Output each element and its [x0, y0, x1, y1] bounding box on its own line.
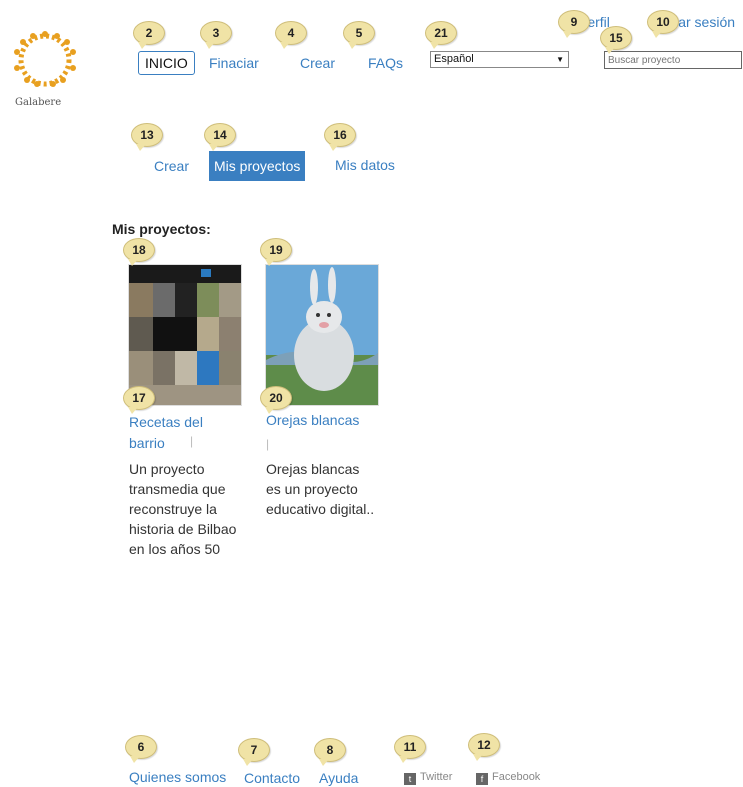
language-selected: Español: [434, 53, 474, 65]
footer-twitter[interactable]: t Twitter: [404, 771, 452, 785]
project-divider: |: [190, 434, 194, 448]
logo[interactable]: Galabere: [5, 30, 85, 110]
section-title: Mis proyectos:: [112, 221, 211, 237]
marker-badge: 21: [425, 21, 457, 49]
project-thumbnail-recetas[interactable]: [128, 264, 242, 406]
marker-badge: 16: [324, 123, 356, 151]
marker-badge: 7: [238, 738, 270, 766]
language-select[interactable]: Español ▼: [430, 51, 569, 68]
marker-badge: 2: [133, 21, 165, 49]
description-line: en los años 50: [129, 541, 221, 557]
footer-contacto[interactable]: Contacto: [244, 770, 300, 786]
marker-badge: 6: [125, 735, 157, 763]
chevron-down-icon: ▼: [556, 55, 564, 64]
search-input[interactable]: [604, 51, 742, 69]
description-line: transmedia que: [129, 481, 226, 497]
nav-crear[interactable]: Crear: [300, 55, 335, 71]
project-title-line1: Recetas del: [129, 414, 203, 430]
marker-badge: 10: [647, 10, 679, 38]
marker-badge: 18: [123, 238, 155, 266]
project-image: [129, 265, 241, 405]
description-line: historia de Bilbao: [129, 521, 237, 537]
marker-badge: 3: [200, 21, 232, 49]
description-line: es un proyecto: [266, 481, 358, 497]
marker-badge: 17: [123, 386, 155, 414]
nav-faqs[interactable]: FAQs: [368, 55, 403, 71]
project-image: [266, 265, 378, 405]
marker-badge: 9: [558, 10, 590, 38]
facebook-label: Facebook: [492, 771, 541, 783]
project-title-line2: barrio: [129, 435, 165, 451]
description-line: Un proyecto: [129, 461, 205, 477]
project-divider: |: [266, 437, 270, 451]
project-thumbnail-orejas[interactable]: [265, 264, 379, 406]
project-description-orejas: Orejas blancas es un proyecto educativo …: [266, 459, 374, 519]
marker-badge: 4: [275, 21, 307, 49]
footer-quienes-somos[interactable]: Quienes somos: [129, 769, 226, 785]
marker-badge: 11: [394, 735, 426, 763]
project-title-orejas[interactable]: Orejas blancas: [266, 412, 359, 428]
marker-badge: 19: [260, 238, 292, 266]
facebook-icon: f: [476, 773, 488, 785]
logo-caption: Galabere: [15, 97, 62, 108]
twitter-label: Twitter: [420, 771, 453, 783]
logo-icon: [14, 31, 76, 87]
subnav-mis-datos[interactable]: Mis datos: [335, 157, 395, 173]
marker-badge: 20: [260, 386, 292, 414]
twitter-icon: t: [404, 773, 416, 785]
nav-financiar[interactable]: Finaciar: [209, 55, 259, 71]
marker-badge: 13: [131, 123, 163, 151]
marker-badge: 5: [343, 21, 375, 49]
description-line: reconstruye la: [129, 501, 217, 517]
subnav-mis-proyectos[interactable]: Mis proyectos: [209, 151, 306, 181]
description-line: Orejas blancas: [266, 461, 360, 477]
description-line: educativo digital..: [266, 501, 375, 517]
marker-badge: 14: [204, 123, 236, 151]
footer-facebook[interactable]: f Facebook: [476, 771, 540, 785]
footer-ayuda[interactable]: Ayuda: [319, 770, 358, 786]
project-description-recetas: Un proyecto transmedia que reconstruye l…: [129, 459, 236, 559]
marker-badge: 12: [468, 733, 500, 761]
marker-badge: 8: [314, 738, 346, 766]
nav-inicio[interactable]: INICIO: [138, 51, 195, 75]
subnav-crear[interactable]: Crear: [154, 158, 189, 174]
marker-badge: 15: [600, 26, 632, 54]
